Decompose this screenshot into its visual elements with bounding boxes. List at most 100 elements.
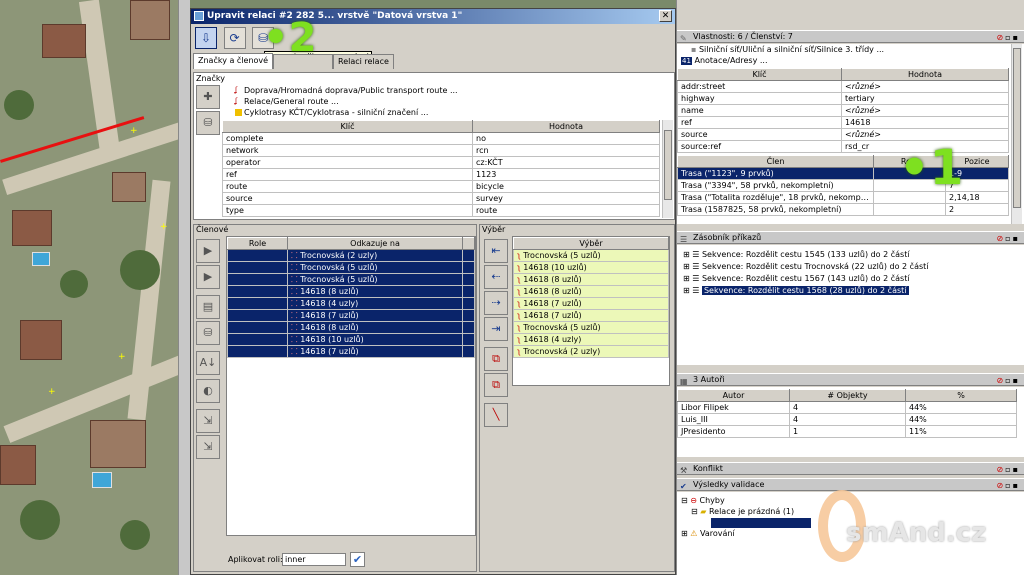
table-row[interactable]: route bicycle [222, 180, 660, 193]
add-tag-button[interactable]: ✚ [196, 85, 220, 109]
map-view[interactable]: + + + + [0, 0, 178, 575]
conflict-panel-header[interactable]: ⚒ Konflikt ⊘▫▪ [677, 462, 1024, 475]
scroll-thumb[interactable] [664, 130, 672, 200]
table-row[interactable]: ʅ Trocnovská (5 uzlů) [513, 249, 669, 262]
collapse-icon[interactable]: ⊟ [681, 496, 690, 505]
table-row[interactable]: ref 14618 [677, 116, 1009, 129]
authors-panel-header[interactable]: ▦ 3 Autoři ⊘▫▪ [677, 373, 1024, 386]
column-header-value[interactable]: Hodnota [472, 120, 660, 133]
minimize-icon[interactable]: ▪ [1013, 234, 1020, 243]
add-at-end-button[interactable]: ⇥ [484, 317, 508, 341]
detach-icon[interactable]: ▫ [1005, 465, 1012, 474]
column-header-key[interactable]: Klíč [677, 68, 842, 81]
panel-controls[interactable]: ⊘▫▪ [996, 464, 1020, 476]
download-selected-button[interactable]: ⇲ [196, 435, 220, 459]
add-before-button[interactable]: ⇠ [484, 265, 508, 289]
detach-icon[interactable]: ▫ [1005, 481, 1012, 490]
add-at-start-button[interactable]: ⇤ [484, 239, 508, 263]
detach-icon[interactable]: ▫ [1005, 33, 1012, 42]
list-item[interactable]: ■ Cyklotrasy KČT/Cyklotrasa - silniční zn… [222, 107, 662, 118]
close-icon[interactable]: ⊘ [996, 376, 1005, 385]
node-marker[interactable]: + [130, 126, 138, 136]
table-row[interactable]: ⸬ 14618 (10 uzlů) [227, 333, 475, 346]
node-marker[interactable]: + [160, 222, 168, 232]
list-item[interactable]: ⊞ ☰ Sekvence: Rozdělit cestu Trocnovská … [677, 261, 1024, 272]
tab-hidden[interactable]: ... [273, 54, 333, 69]
table-row[interactable]: source <různé> [677, 128, 1009, 141]
validation-panel-header[interactable]: ✔ Výsledky validace ⊘▫▪ [677, 478, 1024, 491]
minimize-icon[interactable]: ▪ [1013, 376, 1020, 385]
expand-icon[interactable]: ⊞ ☰ [683, 274, 702, 283]
table-row[interactable]: network rcn [222, 144, 660, 157]
properties-scrollbar[interactable] [1011, 44, 1022, 224]
expand-icon[interactable]: ⊞ [681, 529, 690, 538]
properties-panel-header[interactable]: ✎ Vlastnosti: 6 / Členství: 7 ⊘▫▪ [677, 30, 1024, 43]
table-row[interactable]: addr:street <různé> [677, 80, 1009, 93]
table-row[interactable]: ʅ 14618 (4 uzly) [513, 333, 669, 346]
table-row[interactable]: ʅ Trocnovská (5 uzlů) [513, 321, 669, 334]
column-header-member[interactable]: Člen [677, 155, 874, 168]
column-header-value[interactable]: Hodnota [841, 68, 1009, 81]
preset-line[interactable]: 41 Anotace/Adresy ... [677, 55, 1024, 66]
table-row[interactable]: ⸬ 14618 (8 uzlů) [227, 321, 475, 334]
download-incomplete-button[interactable]: ⇲ [196, 409, 220, 433]
apply-role-button[interactable]: ✔ [350, 552, 365, 567]
sort-az-icon[interactable]: A↓ [196, 351, 220, 375]
table-row[interactable]: ʅ 14618 (7 uzlů) [513, 297, 669, 310]
tab-parent-relations[interactable]: Relaci relace [333, 54, 394, 69]
close-icon[interactable]: ⊘ [996, 33, 1005, 42]
table-row[interactable]: type route [222, 204, 660, 217]
column-header-objects[interactable]: # Objekty [789, 389, 906, 402]
select-members-button[interactable]: ⧉ [484, 373, 508, 397]
node-marker[interactable]: + [118, 352, 126, 362]
expand-icon[interactable]: ⊞ ☰ [683, 262, 702, 271]
remove-from-relation-button[interactable]: ╲ [484, 403, 508, 427]
column-header-role[interactable]: Role [227, 237, 288, 250]
table-row[interactable]: Trasa (1587825, 58 prvků, nekompletní) 2 [677, 203, 1009, 216]
table-row[interactable]: ⸬ Trocnovská (2 uzly) [227, 249, 475, 262]
list-item[interactable]: ʆ Relace/General route ... [222, 96, 662, 107]
table-row[interactable]: JPresidento 1 11% [677, 425, 1017, 438]
panel-controls[interactable]: ⊘▫▪ [996, 233, 1020, 245]
table-row[interactable]: ⸬ 14618 (4 uzly) [227, 297, 475, 310]
tab-tags-members[interactable]: Značky a členové [193, 53, 274, 69]
move-up-button[interactable]: ▶ [196, 239, 220, 263]
table-row[interactable]: ⸬ Trocnovská (5 uzlů) [227, 273, 475, 286]
list-item[interactable]: ⊞ ☰ Sekvence: Rozdělit cestu 1568 (28 uz… [677, 285, 1024, 296]
table-row[interactable]: ʅ 14618 (10 uzlů) [513, 261, 669, 274]
table-row[interactable]: ⸬ 14618 (7 uzlů) [227, 309, 475, 322]
panel-controls[interactable]: ⊘▫▪ [996, 32, 1020, 44]
column-header-selection[interactable]: Výběr [513, 237, 669, 250]
table-row[interactable]: ref 1123 [222, 168, 660, 181]
expand-icon[interactable]: ⊞ ☰ [683, 286, 702, 295]
minimize-icon[interactable]: ▪ [1013, 465, 1020, 474]
table-row[interactable]: ⸬ 14618 (8 uzlů) [227, 285, 475, 298]
expand-icon[interactable]: ⊞ ☰ [683, 250, 702, 259]
panel-controls[interactable]: ⊘▫▪ [996, 375, 1020, 387]
commands-panel-header[interactable]: ☰ Zásobník příkazů ⊘▫▪ [677, 231, 1024, 244]
add-after-button[interactable]: ⇢ [484, 291, 508, 315]
tags-scrollbar[interactable] [662, 120, 673, 218]
reverse-icon[interactable]: ◐ [196, 379, 220, 403]
table-row[interactable]: operator cz:KČT [222, 156, 660, 169]
remove-selected-button[interactable]: ⧉ [484, 347, 508, 371]
scroll-thumb[interactable] [1013, 48, 1021, 208]
edit-member-button[interactable]: ▤ [196, 295, 220, 319]
minimize-icon[interactable]: ▪ [1013, 33, 1020, 42]
table-row[interactable]: highway tertiary [677, 92, 1009, 105]
preset-line[interactable]: ▪ Silniční síť/Uliční a silniční síť/Sil… [677, 44, 1024, 55]
table-row[interactable]: name <různé> [677, 104, 1009, 117]
close-icon[interactable]: ⊘ [996, 234, 1005, 243]
list-item[interactable]: ⊞ ☰ Sekvence: Rozdělit cestu 1545 (133 u… [677, 249, 1024, 260]
table-row[interactable]: ʅ 14618 (7 uzlů) [513, 309, 669, 322]
apply-changes-button[interactable]: ⇩ [195, 27, 217, 49]
role-input[interactable] [282, 553, 346, 566]
close-button[interactable]: ✕ [659, 10, 672, 22]
close-icon[interactable]: ⊘ [996, 465, 1005, 474]
table-row[interactable]: ⸬ Trocnovská (5 uzlů) [227, 261, 475, 274]
minimize-icon[interactable]: ▪ [1013, 481, 1020, 490]
table-row[interactable]: ʅ Trocnovská (2 uzly) [513, 345, 669, 358]
table-row[interactable]: ʅ 14618 (8 uzlů) [513, 273, 669, 286]
table-row[interactable]: complete no [222, 132, 660, 145]
table-row[interactable]: source survey [222, 192, 660, 205]
